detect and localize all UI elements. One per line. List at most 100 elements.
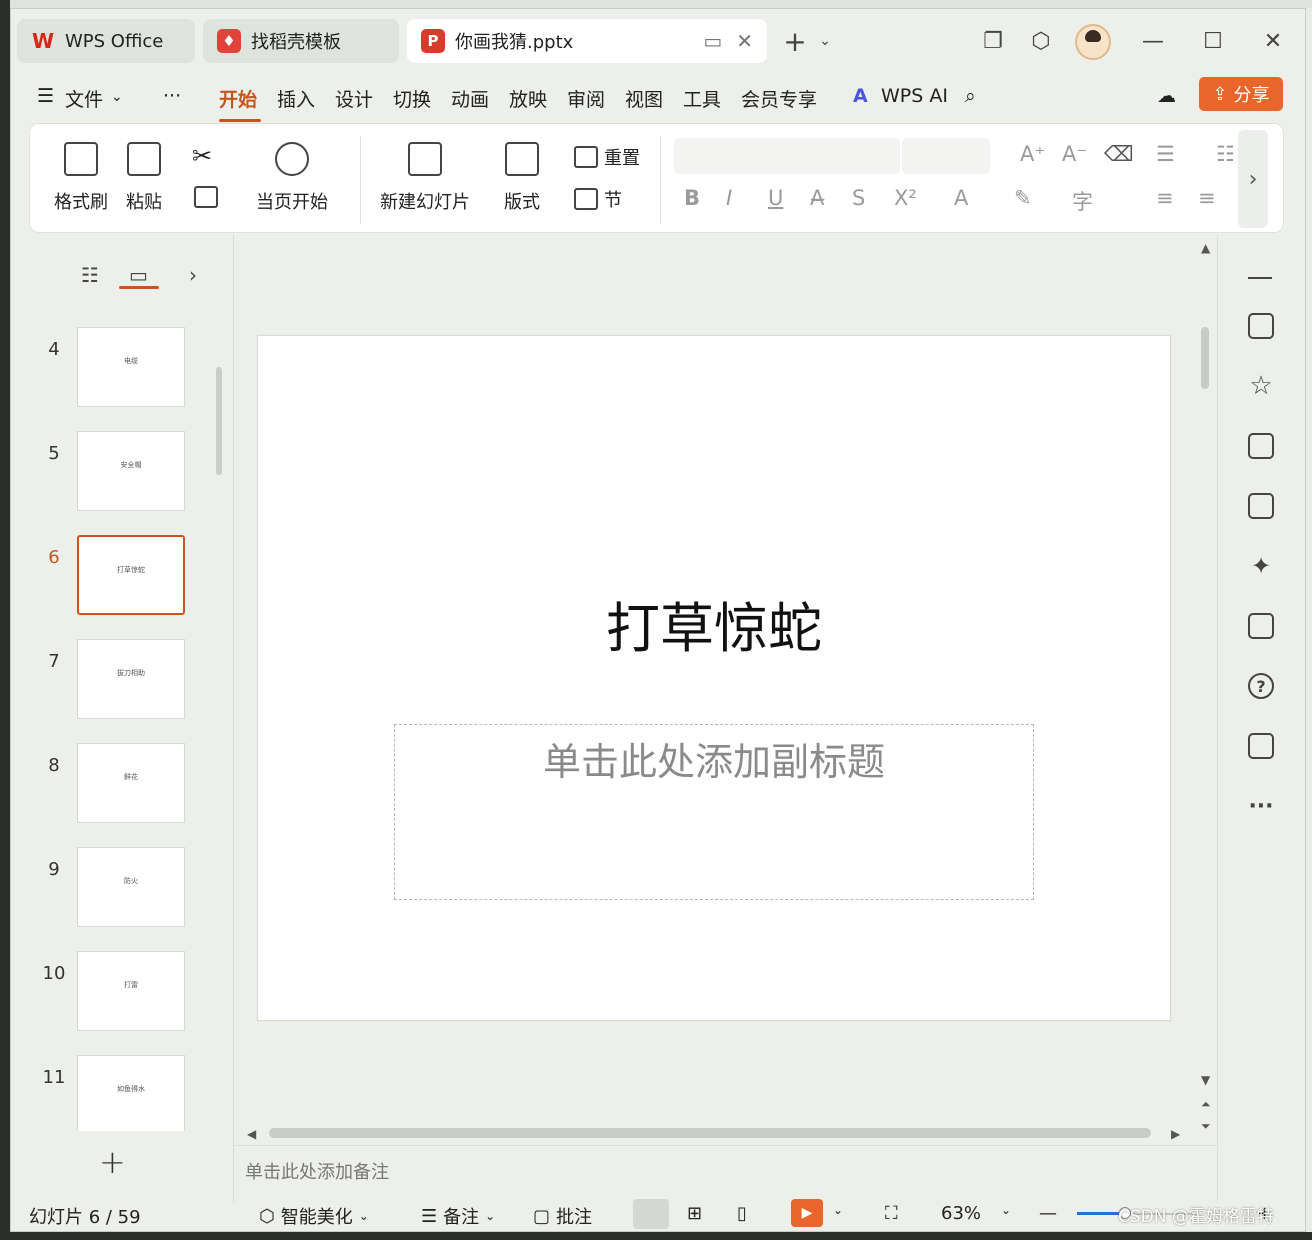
chevron-down-icon[interactable]: ⌄ <box>833 1203 843 1217</box>
chevron-down-icon[interactable]: ⌄ <box>811 27 839 55</box>
menu-insert[interactable]: 插入 <box>277 85 315 112</box>
slide-thumbnail-row[interactable]: 10 打雷 <box>11 951 233 1055</box>
scroll-right-arrow-icon[interactable]: ▶ <box>1171 1127 1180 1141</box>
reset-button[interactable]: 重置 <box>574 144 640 170</box>
minimize-icon[interactable]: — <box>1139 27 1167 55</box>
menu-file[interactable]: 文件 <box>65 85 103 112</box>
tab-wps-office[interactable]: W WPS Office <box>17 19 195 63</box>
notes-toggle-button[interactable]: ☰ 备注 ⌄ <box>421 1203 495 1229</box>
tab-document[interactable]: P 你画我猜.pptx ▭ ✕ <box>407 19 767 63</box>
format-painter-button[interactable]: 格式刷 <box>54 142 108 214</box>
chevron-down-icon[interactable]: ⌄ <box>1001 1203 1011 1217</box>
italic-icon[interactable]: I <box>726 186 732 210</box>
align-left-icon[interactable]: ≡ <box>1156 186 1174 210</box>
strikethrough-icon[interactable]: A̶ <box>810 186 824 210</box>
tab-template[interactable]: ♦ 找稻壳模板 <box>203 19 399 63</box>
new-slide-button[interactable]: 新建幻灯片 <box>380 142 470 214</box>
chevron-down-icon[interactable]: ⌄ <box>111 89 123 105</box>
adjust-sliders-icon[interactable] <box>1248 313 1274 339</box>
star-icon[interactable]: ☆ <box>1248 371 1274 401</box>
slide-title[interactable]: 打草惊蛇 <box>258 584 1170 663</box>
slide-thumbnail-row[interactable]: 4 电缆 <box>11 327 233 431</box>
highlight-icon[interactable]: ✎ <box>1014 186 1032 210</box>
menu-animation[interactable]: 动画 <box>451 85 489 112</box>
menu-start[interactable]: 开始 <box>219 85 257 112</box>
zoom-level[interactable]: 63% <box>941 1203 981 1224</box>
slide-thumbnail[interactable]: 防火 <box>77 847 185 927</box>
menu-member[interactable]: 会员专享 <box>741 85 817 112</box>
maximize-icon[interactable]: ☐ <box>1199 27 1227 55</box>
font-color-icon[interactable]: A <box>954 186 968 210</box>
share-button[interactable]: ⇪ 分享 <box>1199 77 1283 111</box>
menu-tools[interactable]: 工具 <box>683 85 721 112</box>
increase-font-icon[interactable]: A⁺ <box>1020 142 1045 166</box>
cloud-icon[interactable]: ☁ <box>1157 85 1176 107</box>
slide-thumbnail-row[interactable]: 9 防火 <box>11 847 233 951</box>
normal-view-button[interactable] <box>633 1199 669 1229</box>
grid-view-icon[interactable]: ⊞ <box>687 1203 702 1224</box>
menu-view[interactable]: 视图 <box>625 85 663 112</box>
user-avatar[interactable] <box>1075 24 1111 60</box>
shirt-icon[interactable] <box>1248 733 1274 759</box>
cube-icon[interactable]: ⬡ <box>1027 27 1055 55</box>
zoom-out-icon[interactable]: — <box>1039 1203 1057 1224</box>
reading-view-icon[interactable]: ▯ <box>737 1203 747 1224</box>
phonetic-icon[interactable]: 字 <box>1072 186 1093 216</box>
help-icon[interactable]: ? <box>1248 673 1274 699</box>
menu-transition[interactable]: 切换 <box>393 85 431 112</box>
font-size-select[interactable] <box>902 138 990 174</box>
decrease-font-icon[interactable]: A⁻ <box>1062 142 1087 166</box>
notes-area[interactable]: 单击此处添加备注 <box>233 1145 1217 1201</box>
collapse-line-icon[interactable] <box>1248 277 1272 279</box>
font-family-select[interactable] <box>674 138 900 174</box>
more-dots-icon[interactable]: ··· <box>1248 793 1274 819</box>
fit-window-icon[interactable]: ⛶ <box>885 1203 898 1224</box>
paste-button[interactable]: 粘贴 <box>126 142 162 214</box>
comments-button[interactable]: ▢ 批注 <box>533 1203 592 1229</box>
vertical-scrollbar[interactable] <box>1201 327 1209 389</box>
thumbnail-view-icon[interactable]: ▭ <box>129 263 148 287</box>
hamburger-icon[interactable]: ☰ <box>37 85 54 107</box>
slide-thumbnail-row[interactable]: 5 安全帽 <box>11 431 233 535</box>
play-slideshow-icon[interactable]: ▶ <box>791 1199 823 1227</box>
collapse-chevron-right-icon[interactable]: › <box>189 263 197 287</box>
outline-view-icon[interactable]: ☷ <box>81 263 99 287</box>
scroll-up-arrow-icon[interactable]: ▲ <box>1201 241 1210 255</box>
eraser-icon[interactable]: ⌫ <box>1104 142 1134 166</box>
menu-more[interactable]: ··· <box>163 85 181 107</box>
scroll-left-arrow-icon[interactable]: ◀ <box>247 1127 256 1141</box>
scroll-down-arrow-icon[interactable]: ▼ <box>1201 1073 1210 1087</box>
prev-slide-arrow-icon[interactable]: ⏶ <box>1201 1097 1211 1112</box>
slide-thumbnail[interactable]: 如鱼得水 <box>77 1055 185 1131</box>
horizontal-scrollbar[interactable] <box>269 1128 1151 1138</box>
menu-design[interactable]: 设计 <box>335 85 373 112</box>
add-slide-plus-icon[interactable]: + <box>99 1143 126 1181</box>
slide-thumbnail-row[interactable]: 11 如鱼得水 <box>11 1055 233 1131</box>
slide-thumbnail-row[interactable]: 8 鲜花 <box>11 743 233 847</box>
monitor-icon[interactable]: ▭ <box>703 29 722 53</box>
section-button[interactable]: 节 <box>574 186 622 212</box>
shadow-icon[interactable]: S <box>852 186 865 210</box>
close-window-icon[interactable]: ✕ <box>1259 27 1287 55</box>
subtitle-placeholder-box[interactable]: 单击此处添加副标题 <box>394 724 1034 900</box>
tools-icon[interactable]: ✦ <box>1248 552 1274 580</box>
layout-button[interactable]: 版式 <box>504 142 540 214</box>
copy-icon[interactable] <box>194 186 218 208</box>
thumbnail-scrollbar[interactable] <box>216 367 222 475</box>
next-slide-arrow-icon[interactable]: ⏷ <box>1201 1119 1211 1134</box>
slide-thumbnail[interactable]: 打雷 <box>77 951 185 1031</box>
book-search-icon[interactable] <box>1248 613 1274 639</box>
cut-icon[interactable]: ✂ <box>192 142 212 170</box>
slide-thumbnail[interactable]: 鲜花 <box>77 743 185 823</box>
slide-thumbnail-selected[interactable]: 打草惊蛇 <box>77 535 185 615</box>
menu-review[interactable]: 审阅 <box>567 85 605 112</box>
superscript-icon[interactable]: X² <box>894 186 917 210</box>
close-tab-icon[interactable]: ✕ <box>736 29 753 53</box>
smart-beautify-button[interactable]: ⬡ 智能美化 ⌄ <box>259 1203 369 1229</box>
window-switch-icon[interactable]: ❐ <box>979 27 1007 55</box>
menu-wps-ai[interactable]: WPS AI <box>881 85 948 107</box>
slide-thumbnail-row-current[interactable]: 6 打草惊蛇 <box>11 535 233 639</box>
slide-canvas[interactable]: 打草惊蛇 单击此处添加副标题 <box>257 335 1171 1021</box>
align-center-icon[interactable]: ≡ <box>1198 186 1216 210</box>
new-tab-plus-icon[interactable]: + <box>781 25 809 58</box>
